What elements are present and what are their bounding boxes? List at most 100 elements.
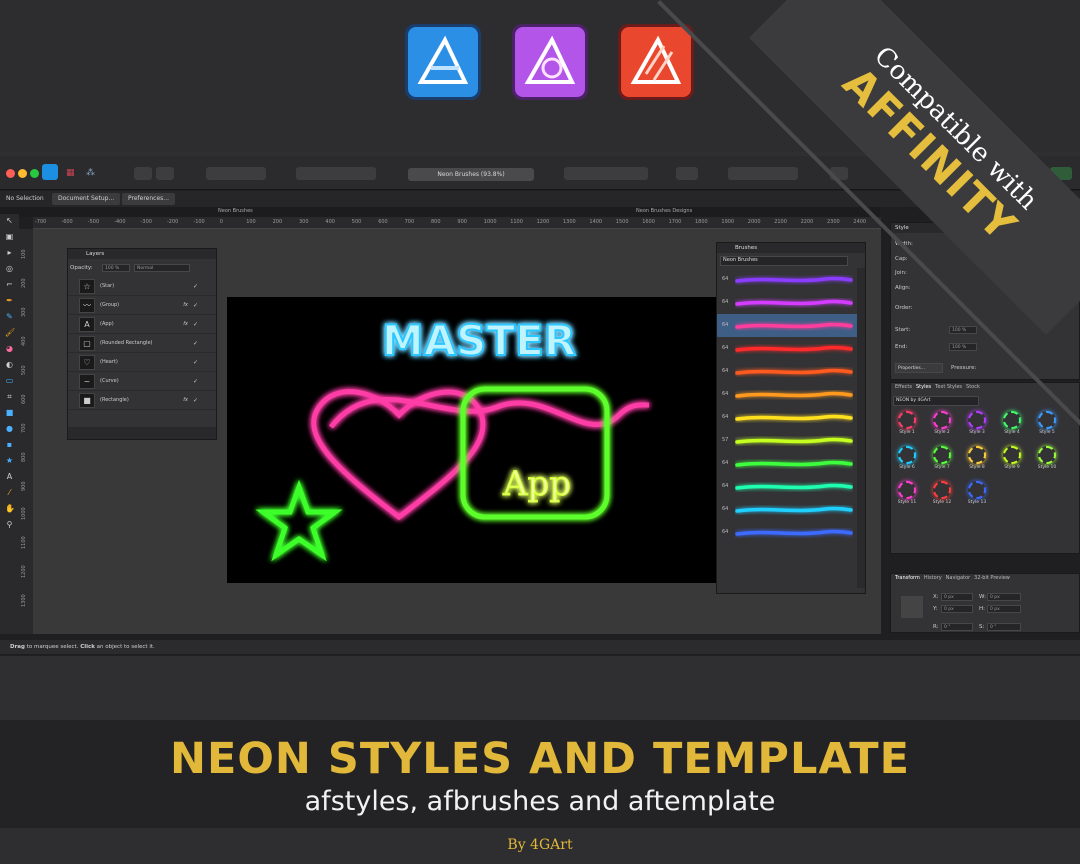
layer-visibility-check-icon[interactable]: ✓ <box>193 334 198 353</box>
layer-visibility-check-icon[interactable]: ✓ <box>193 296 198 315</box>
arrange-buttons[interactable] <box>564 167 648 180</box>
styles-category-select[interactable]: NEON by 4GArt <box>893 396 979 406</box>
star-shape[interactable] <box>255 479 343 562</box>
brushes-scrollbar[interactable] <box>857 268 865 588</box>
layer-row[interactable]: ~ (Curve) ✓ <box>68 372 216 391</box>
layer-visibility-check-icon[interactable]: ✓ <box>193 353 198 372</box>
layer-row[interactable]: 〰 (Group) fx ✓ <box>68 296 216 315</box>
tab-navigator[interactable]: Navigator <box>946 575 970 581</box>
tab-effects[interactable]: Effects <box>895 384 912 390</box>
artboard[interactable]: MASTER App <box>227 297 716 583</box>
y-field[interactable]: 0 px <box>941 605 973 613</box>
opacity-field[interactable]: 100 % <box>102 264 130 272</box>
r-field[interactable]: 0 ° <box>941 623 973 631</box>
layer-visibility-check-icon[interactable]: ✓ <box>193 315 198 334</box>
artboard-tool-icon[interactable]: ▣ <box>5 232 14 241</box>
app-text[interactable]: App <box>501 464 571 505</box>
layer-fx-icon[interactable]: fx <box>183 315 188 334</box>
zoom-window-button[interactable] <box>30 169 39 178</box>
layer-row[interactable]: ▢ (Rounded Rectangle) ✓ <box>68 334 216 353</box>
brush-row[interactable]: 64 <box>717 475 858 498</box>
style-swatch[interactable]: Style 6 <box>895 446 919 472</box>
h-field[interactable]: 0 px <box>987 605 1021 613</box>
transparency-tool-icon[interactable]: ◐ <box>5 360 14 369</box>
style-swatch[interactable]: Style 9 <box>1000 446 1024 472</box>
tab-neon-brushes[interactable]: Neon Brushes <box>218 208 253 214</box>
brush-row[interactable]: 64 <box>717 452 858 475</box>
corner-tool-icon[interactable]: ⌐ <box>5 280 14 289</box>
snapping-buttons[interactable] <box>728 167 798 180</box>
layer-visibility-check-icon[interactable]: ✓ <box>193 277 198 296</box>
fill-tool-icon[interactable]: ◕ <box>5 344 14 353</box>
rounded-rectangle-tool-icon[interactable]: ▪ <box>5 440 14 449</box>
place-image-tool-icon[interactable]: ▭ <box>5 376 14 385</box>
designer-persona-icon[interactable] <box>42 164 58 180</box>
start-field[interactable]: 100 % <box>949 326 977 334</box>
end-field[interactable]: 100 % <box>949 343 977 351</box>
brush-row[interactable]: 64 <box>717 337 858 360</box>
hand-tool-icon[interactable]: ✋ <box>5 504 15 513</box>
layer-row[interactable]: ♡ (Heart) ✓ <box>68 353 216 372</box>
brush-row[interactable]: 64 <box>717 291 858 314</box>
style-swatch[interactable]: Style 10 <box>1035 446 1059 472</box>
style-swatch[interactable]: Style 8 <box>965 446 989 472</box>
view-mode-buttons[interactable] <box>206 167 266 180</box>
tab-transform[interactable]: Transform <box>895 575 920 581</box>
minimize-window-button[interactable] <box>18 169 27 178</box>
pen-tool-icon[interactable]: ✒ <box>5 296 14 305</box>
assistant-button[interactable] <box>134 167 152 180</box>
style-swatch[interactable]: Style 4 <box>1000 411 1024 437</box>
layer-fx-icon[interactable]: fx <box>183 296 188 315</box>
preferences-button[interactable]: Preferences... <box>122 193 176 205</box>
s-field[interactable]: 0 ° <box>987 623 1021 631</box>
artboard-title[interactable]: MASTER <box>381 315 577 366</box>
style-swatch[interactable]: Style 2 <box>930 411 954 437</box>
color-picker-tool-icon[interactable]: ⁄ <box>5 488 14 497</box>
export-persona-icon[interactable]: ⁂ <box>86 167 98 179</box>
tab-stock[interactable]: Stock <box>966 384 980 390</box>
insert-buttons[interactable] <box>296 167 376 180</box>
close-window-button[interactable] <box>6 169 15 178</box>
style-swatch[interactable]: Style 1 <box>895 411 919 437</box>
layer-fx-icon[interactable]: fx <box>183 391 188 410</box>
layer-row[interactable]: ☆ (Star) ✓ <box>68 277 216 296</box>
blend-mode-select[interactable]: Normal <box>134 264 190 272</box>
layer-visibility-check-icon[interactable]: ✓ <box>193 372 198 391</box>
move-tool-icon[interactable]: ↖ <box>5 216 14 225</box>
style-swatch[interactable]: Style 7 <box>930 446 954 472</box>
layer-visibility-check-icon[interactable]: ✓ <box>193 391 198 410</box>
point-transform-tool-icon[interactable]: ◎ <box>5 264 14 273</box>
style-swatch[interactable]: Style 13 <box>965 481 989 507</box>
rectangle-tool-icon[interactable]: ■ <box>5 408 14 417</box>
align-button[interactable] <box>676 167 698 180</box>
brush-row[interactable]: 64 <box>717 383 858 406</box>
curve-shape[interactable] <box>329 397 650 429</box>
style-swatch[interactable]: Style 5 <box>1035 411 1059 437</box>
brush-row[interactable]: 64 <box>717 521 858 544</box>
layer-row[interactable]: ■ (Rectangle) fx ✓ <box>68 391 216 410</box>
brush-row[interactable]: 64 <box>717 498 858 521</box>
tab-neon-brushes-designs[interactable]: Neon Brushes Designs <box>636 208 692 214</box>
brush-row[interactable]: 64 <box>717 314 858 337</box>
brush-category-select[interactable]: Neon Brushes <box>720 256 848 266</box>
x-field[interactable]: 0 px <box>941 593 973 601</box>
crop-tool-icon[interactable]: ⌗ <box>5 392 14 401</box>
properties-button[interactable]: Properties... <box>895 363 943 373</box>
brush-row[interactable]: 64 <box>717 268 858 291</box>
text-tool-icon[interactable]: A <box>5 472 14 481</box>
brush-row[interactable]: 57 <box>717 429 858 452</box>
style-swatch[interactable]: Style 11 <box>895 481 919 507</box>
brush-row[interactable]: 64 <box>717 360 858 383</box>
w-field[interactable]: 0 px <box>987 593 1021 601</box>
style-swatch[interactable]: Style 3 <box>965 411 989 437</box>
pixel-persona-icon[interactable]: ▦ <box>66 167 78 179</box>
vector-brush-tool-icon[interactable]: 🖌 <box>5 328 15 337</box>
brush-row[interactable]: 64 <box>717 406 858 429</box>
zoom-tool-icon[interactable]: ⚲ <box>5 520 14 529</box>
layer-row[interactable]: A (App) fx ✓ <box>68 315 216 334</box>
settings-button[interactable] <box>156 167 174 180</box>
document-setup-button[interactable]: Document Setup... <box>52 193 121 205</box>
anchor-selector[interactable] <box>901 596 923 618</box>
ellipse-tool-icon[interactable]: ● <box>5 424 14 433</box>
star-tool-icon[interactable]: ★ <box>5 456 14 465</box>
